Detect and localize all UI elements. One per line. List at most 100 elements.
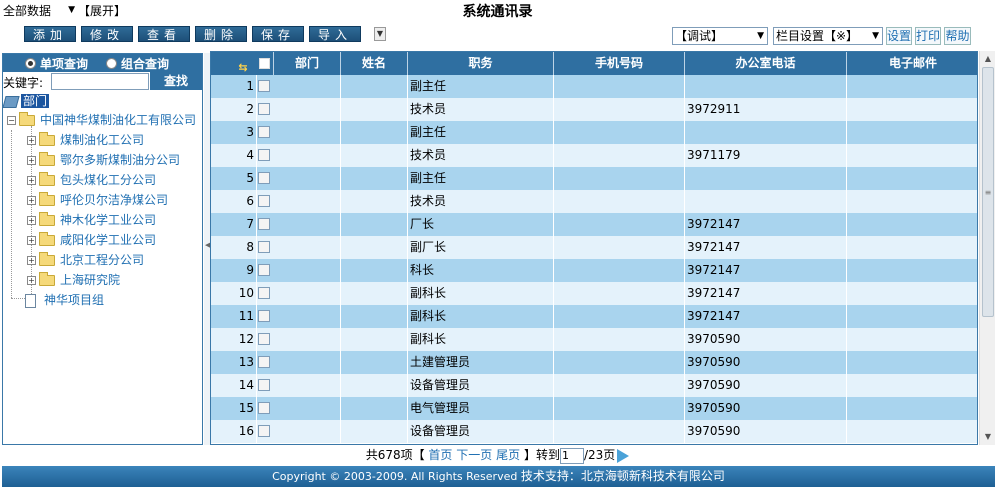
single-query-radio[interactable]	[25, 57, 36, 69]
table-row[interactable]: 8 副厂长 3972147	[211, 236, 977, 259]
expand-icon[interactable]: +	[27, 156, 36, 165]
row-checkbox[interactable]	[258, 264, 270, 276]
table-row[interactable]: 5 副主任	[211, 167, 977, 190]
expand-icon[interactable]: +	[27, 196, 36, 205]
view-button[interactable]: 查看	[138, 26, 190, 42]
table-row[interactable]: 6 技术员	[211, 190, 977, 213]
tree-item-label: 煤制油化工公司	[60, 133, 145, 147]
row-checkbox[interactable]	[258, 126, 270, 138]
cell-name	[341, 144, 408, 167]
tree-root[interactable]: 部门	[2, 91, 50, 111]
row-checkbox[interactable]	[258, 425, 270, 437]
add-button[interactable]: 添加	[24, 26, 76, 42]
save-button[interactable]: 保存	[252, 26, 304, 42]
header-office-phone[interactable]: 办公室电话	[685, 52, 847, 75]
tree-item-branch[interactable]: + 鄂尔多斯煤制油分公司	[27, 150, 180, 170]
row-checkbox[interactable]	[258, 356, 270, 368]
table-row[interactable]: 10 副科长 3972147	[211, 282, 977, 305]
expand-icon[interactable]: +	[27, 256, 36, 265]
folder-icon	[39, 252, 55, 266]
first-page-link[interactable]: 首页	[428, 448, 452, 462]
cell-title: 厂长	[408, 213, 554, 236]
table-row[interactable]: 2 技术员 3972911	[211, 98, 977, 121]
row-number: 6	[211, 190, 257, 213]
scroll-down-icon[interactable]: ▼	[981, 430, 995, 444]
row-checkbox[interactable]	[258, 310, 270, 322]
row-checkbox[interactable]	[258, 195, 270, 207]
header-name[interactable]: 姓名	[341, 52, 408, 75]
keyword-input[interactable]	[51, 73, 149, 90]
row-checkbox[interactable]	[258, 241, 270, 253]
tree-item-branch[interactable]: + 北京工程分公司	[27, 250, 144, 270]
tree-item-branch[interactable]: + 咸阳化学工业公司	[27, 230, 156, 250]
table-row[interactable]: 12 副科长 3970590	[211, 328, 977, 351]
expand-icon[interactable]: +	[27, 176, 36, 185]
row-checkbox[interactable]	[258, 333, 270, 345]
tree-item-branch[interactable]: + 神木化学工业公司	[27, 210, 156, 230]
table-row[interactable]: 15 电气管理员 3970590	[211, 397, 977, 420]
help-button[interactable]: 帮助	[944, 27, 971, 45]
next-page-link[interactable]: 下一页	[456, 448, 492, 462]
vertical-scrollbar[interactable]: ▲ ≡ ▼	[979, 51, 995, 445]
expand-icon[interactable]: +	[27, 276, 36, 285]
row-checkbox[interactable]	[258, 379, 270, 391]
row-checkbox[interactable]	[258, 172, 270, 184]
folder-open-icon	[19, 112, 35, 126]
row-checkbox[interactable]	[258, 402, 270, 414]
cell-name	[341, 305, 408, 328]
scrollbar-thumb[interactable]: ≡	[982, 67, 994, 317]
cell-mobile	[554, 144, 685, 167]
mode-select[interactable]: 【调试】 ▼	[672, 27, 768, 45]
column-settings-select[interactable]: 栏目设置【※】 ▼	[773, 27, 883, 45]
import-button[interactable]: 导入	[309, 26, 361, 42]
edit-button[interactable]: 修改	[81, 26, 133, 42]
more-dropdown-icon[interactable]: ▼	[374, 27, 386, 41]
settings-button[interactable]: 设置	[886, 27, 912, 45]
header-title[interactable]: 职务	[408, 52, 554, 75]
cell-title: 副主任	[408, 121, 554, 144]
tree-item-project[interactable]: 神华项目组	[25, 290, 104, 310]
copyright-text: Copyright © 2003-2009. All Rights Reserv…	[272, 470, 521, 483]
expand-icon[interactable]: +	[27, 136, 36, 145]
header-email[interactable]: 电子邮件	[847, 52, 977, 75]
expand-icon[interactable]: +	[27, 236, 36, 245]
cell-email	[847, 75, 977, 98]
search-button[interactable]: 查找	[150, 72, 202, 90]
header-mobile[interactable]: 手机号码	[554, 52, 685, 75]
page-number-input[interactable]: 1	[559, 447, 584, 464]
tree-item-branch[interactable]: + 呼伦贝尔洁净煤公司	[27, 190, 168, 210]
combo-query-radio[interactable]	[106, 57, 118, 69]
expand-icon[interactable]: +	[27, 216, 36, 225]
go-arrow-icon[interactable]	[617, 448, 630, 463]
table-row[interactable]: 7 厂长 3972147	[211, 213, 977, 236]
table-row[interactable]: 14 设备管理员 3970590	[211, 374, 977, 397]
table-row[interactable]: 1 副主任	[211, 75, 977, 98]
tree-item-branch[interactable]: + 包头煤化工分公司	[27, 170, 156, 190]
tree-item-company[interactable]: − 中国神华煤制油化工有限公司	[7, 110, 196, 130]
last-page-link[interactable]: 尾页	[496, 448, 520, 462]
collapse-icon[interactable]: −	[7, 116, 16, 125]
delete-button[interactable]: 删除	[195, 26, 247, 42]
chevron-down-icon: ▼	[757, 31, 764, 41]
print-button[interactable]: 打印	[915, 27, 941, 45]
header-dept[interactable]: 部门	[274, 52, 341, 75]
table-row[interactable]: 9 科长 3972147	[211, 259, 977, 282]
select-all-checkbox[interactable]	[259, 58, 270, 69]
row-checkbox[interactable]	[258, 80, 270, 92]
table-row[interactable]: 3 副主任	[211, 121, 977, 144]
table-row[interactable]: 16 设备管理员 3970590	[211, 420, 977, 443]
tree-item-branch[interactable]: + 煤制油化工公司	[27, 130, 144, 150]
table-row[interactable]: 13 土建管理员 3970590	[211, 351, 977, 374]
table-row[interactable]: 11 副科长 3972147	[211, 305, 977, 328]
row-checkbox[interactable]	[258, 218, 270, 230]
tree-item-branch[interactable]: + 上海研究院	[27, 270, 120, 290]
folder-icon	[39, 132, 55, 146]
row-number: 12	[211, 328, 257, 351]
table-row[interactable]: 4 技术员 3971179	[211, 144, 977, 167]
sort-icon[interactable]: ⇆	[233, 56, 253, 74]
row-checkbox[interactable]	[258, 287, 270, 299]
row-checkbox[interactable]	[258, 149, 270, 161]
scroll-up-icon[interactable]: ▲	[981, 52, 995, 66]
cell-mobile	[554, 121, 685, 144]
row-checkbox[interactable]	[258, 103, 270, 115]
